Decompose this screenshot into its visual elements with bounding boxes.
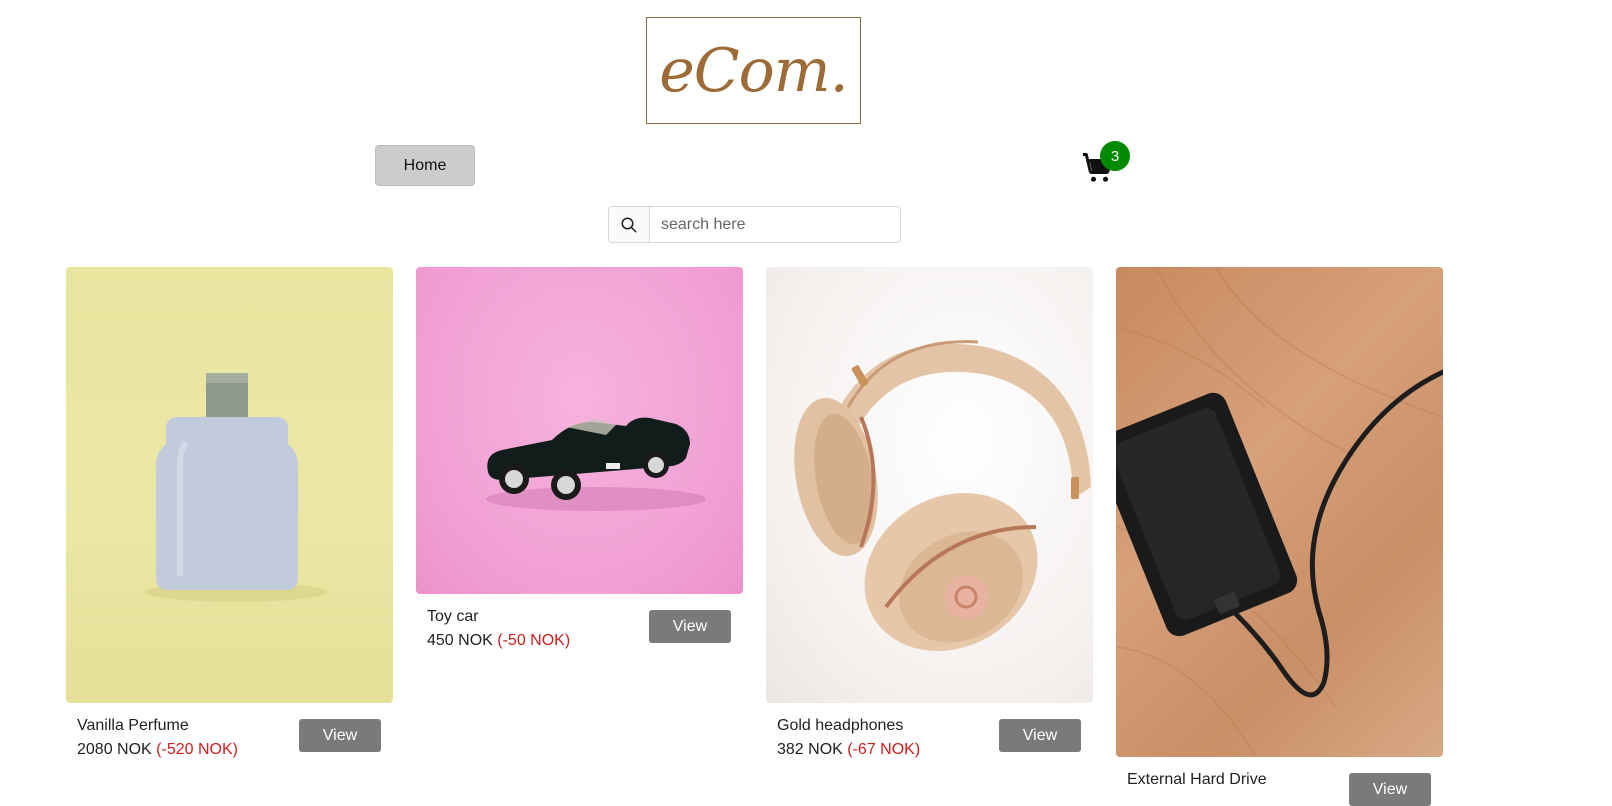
view-button[interactable]: View [299, 719, 381, 752]
product-image-hard-drive[interactable] [1116, 267, 1443, 757]
home-button[interactable]: Home [375, 145, 475, 186]
price-value: 450 NOK [427, 632, 493, 649]
product-card: Toy car 450 NOK (-50 NOK) View [416, 267, 743, 654]
product-card: External Hard Drive View [1116, 267, 1443, 806]
product-image-perfume[interactable] [66, 267, 393, 703]
product-price: 450 NOK (-50 NOK) [427, 632, 570, 650]
view-button[interactable]: View [649, 610, 731, 643]
product-price: 382 NOK (-67 NOK) [777, 741, 920, 759]
price-value: 2080 NOK [77, 741, 152, 758]
product-name: External Hard Drive [1127, 771, 1267, 788]
product-image-toy-car[interactable] [416, 267, 743, 594]
search-icon-box[interactable] [609, 207, 650, 242]
price-discount: (-50 NOK) [497, 632, 571, 649]
product-price: 2080 NOK (-520 NOK) [77, 741, 238, 759]
view-button[interactable]: View [999, 719, 1081, 752]
search-icon [621, 217, 637, 232]
logo-text: eCom. [659, 35, 849, 106]
product-name: Vanilla Perfume [77, 717, 189, 734]
search-input[interactable] [650, 207, 900, 242]
price-discount: (-520 NOK) [156, 741, 238, 758]
view-button[interactable]: View [1349, 773, 1431, 806]
site-logo[interactable]: eCom. [646, 17, 861, 124]
product-image-headphones[interactable] [766, 267, 1093, 703]
cart-count-badge: 3 [1100, 141, 1130, 171]
product-card: Vanilla Perfume 2080 NOK (-520 NOK) View [66, 267, 393, 763]
price-value: 382 NOK [777, 741, 843, 758]
product-name: Toy car [427, 608, 479, 625]
product-name: Gold headphones [777, 717, 904, 734]
price-discount: (-67 NOK) [847, 741, 921, 758]
product-card: Gold headphones 382 NOK (-67 NOK) View [766, 267, 1093, 763]
search-bar [608, 206, 901, 243]
